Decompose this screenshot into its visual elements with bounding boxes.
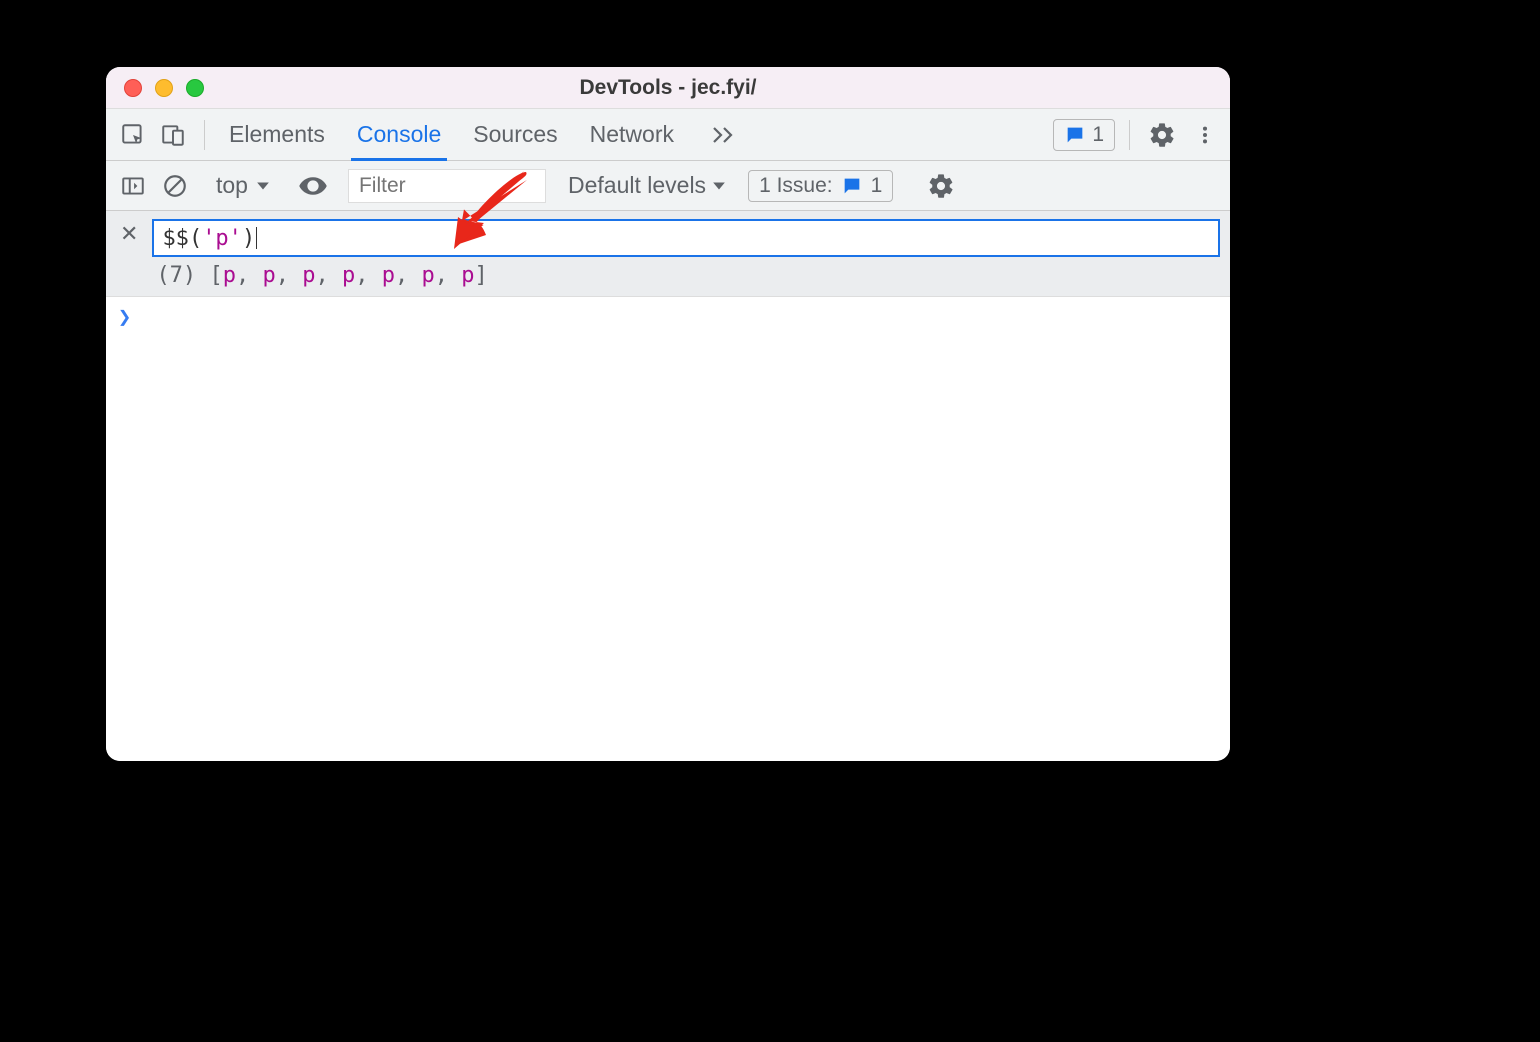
maximize-window-button[interactable] xyxy=(186,79,204,97)
settings-icon[interactable] xyxy=(1144,117,1180,153)
context-label: top xyxy=(216,172,248,199)
result-count: (7) xyxy=(156,263,196,288)
filter-input[interactable] xyxy=(348,169,546,203)
log-levels-select[interactable]: Default levels xyxy=(568,172,726,199)
devtools-window: DevTools - jec.fyi/ Elements Console Sou… xyxy=(106,67,1230,761)
comma: , xyxy=(236,263,263,288)
result-element[interactable]: p xyxy=(342,263,355,288)
clear-console-icon[interactable] xyxy=(158,169,192,203)
comma: , xyxy=(276,263,303,288)
inspect-element-icon[interactable] xyxy=(116,118,150,152)
comma: , xyxy=(435,263,462,288)
live-expression-eye-icon[interactable] xyxy=(294,167,332,205)
levels-label: Default levels xyxy=(568,172,706,199)
panel-tabs: Elements Console Sources Network xyxy=(229,109,740,160)
chevron-right-icon: ❯ xyxy=(118,305,131,330)
divider xyxy=(1129,120,1130,150)
comma: , xyxy=(355,263,382,288)
code-token: ) xyxy=(242,226,255,251)
window-title: DevTools - jec.fyi/ xyxy=(106,76,1230,100)
console-prompt[interactable]: ❯ xyxy=(106,297,1230,338)
issues-count: 1 xyxy=(871,174,883,198)
result-element[interactable]: p xyxy=(302,263,315,288)
issues-button[interactable]: 1 Issue: 1 xyxy=(748,170,893,202)
more-tabs-icon[interactable] xyxy=(706,122,740,148)
execution-context-select[interactable]: top xyxy=(208,172,278,199)
console-toolbar: top Default levels 1 Issue: 1 xyxy=(106,161,1230,211)
live-expression-row: ✕ $$('p') (7) [p, p, p, p, p, p, p] xyxy=(106,211,1230,297)
result-element[interactable]: p xyxy=(382,263,395,288)
chat-icon xyxy=(841,175,863,197)
tab-network[interactable]: Network xyxy=(590,109,674,160)
chevron-down-icon xyxy=(256,179,270,193)
feedback-button[interactable]: 1 xyxy=(1053,119,1115,151)
result-element[interactable]: p xyxy=(461,263,474,288)
tab-console[interactable]: Console xyxy=(357,109,441,160)
console-settings-icon[interactable] xyxy=(923,168,959,204)
close-window-button[interactable] xyxy=(124,79,142,97)
console-body: ✕ $$('p') (7) [p, p, p, p, p, p, p] ❯ xyxy=(106,211,1230,761)
device-toggle-icon[interactable] xyxy=(156,118,190,152)
result-element[interactable]: p xyxy=(421,263,434,288)
close-icon[interactable]: ✕ xyxy=(118,219,140,249)
main-toolbar: Elements Console Sources Network 1 xyxy=(106,109,1230,161)
minimize-window-button[interactable] xyxy=(155,79,173,97)
bracket: ] xyxy=(474,263,487,288)
result-element[interactable]: p xyxy=(262,263,275,288)
text-cursor xyxy=(256,227,257,249)
tab-elements[interactable]: Elements xyxy=(229,109,325,160)
feedback-count: 1 xyxy=(1092,123,1104,147)
comma: , xyxy=(395,263,422,288)
sidebar-toggle-icon[interactable] xyxy=(116,169,150,203)
code-token: 'p' xyxy=(202,226,242,251)
issues-label: 1 Issue: xyxy=(759,174,833,198)
comma: , xyxy=(315,263,342,288)
result-element[interactable]: p xyxy=(223,263,236,288)
traffic-lights xyxy=(124,79,204,97)
bracket: [ xyxy=(209,263,222,288)
kebab-menu-icon[interactable] xyxy=(1190,118,1220,152)
code-token: ( xyxy=(189,226,202,251)
chevron-down-icon xyxy=(712,179,726,193)
live-expression-result: (7) [p, p, p, p, p, p, p] xyxy=(152,263,1220,288)
chat-icon xyxy=(1064,124,1086,146)
code-token: $$ xyxy=(162,226,189,251)
live-expression-input[interactable]: $$('p') xyxy=(152,219,1220,257)
tab-sources[interactable]: Sources xyxy=(473,109,557,160)
window-titlebar: DevTools - jec.fyi/ xyxy=(106,67,1230,109)
divider xyxy=(204,120,205,150)
